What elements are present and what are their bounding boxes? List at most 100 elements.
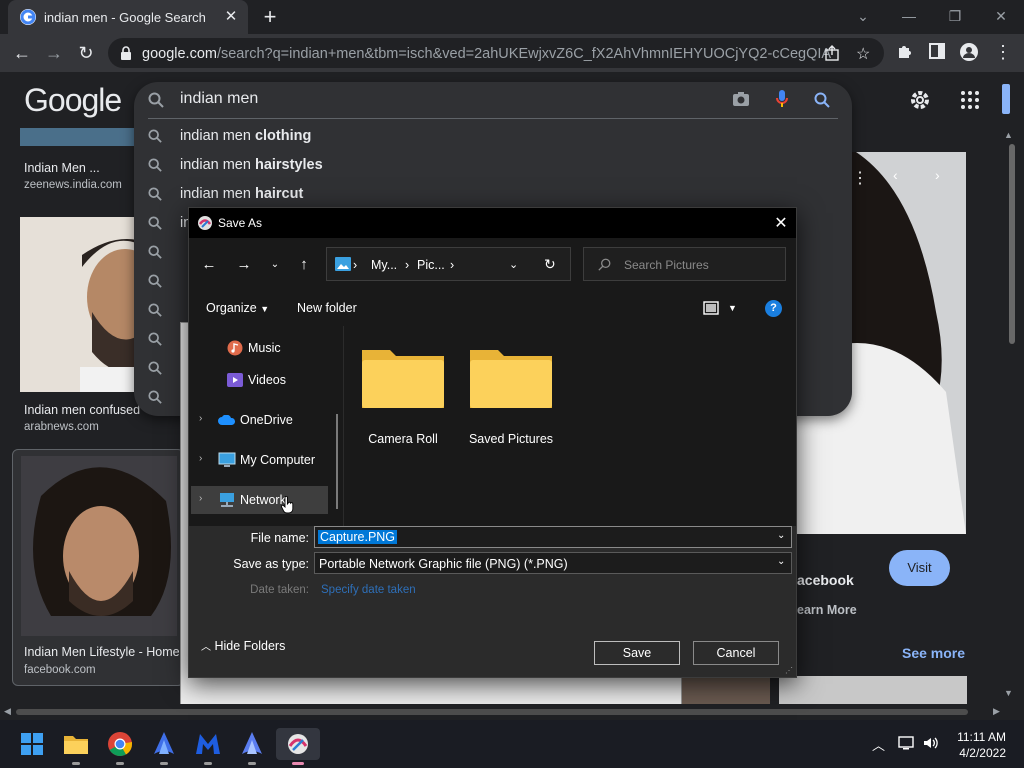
profile-icon[interactable]: [959, 42, 981, 64]
help-icon[interactable]: ?: [765, 300, 782, 317]
chrome-icon[interactable]: [104, 728, 136, 765]
save-type-select[interactable]: Portable Network Graphic file (PNG) (*.P…: [314, 552, 792, 574]
save-button[interactable]: Save: [594, 641, 680, 665]
organize-menu-button[interactable]: Organize ▼: [206, 301, 269, 315]
folder-saved-pictures[interactable]: Saved Pictures: [461, 342, 561, 452]
suggestion-item[interactable]: indian men haircut: [134, 180, 852, 209]
folder-camera-roll[interactable]: Camera Roll: [353, 342, 453, 452]
start-windows-icon[interactable]: [16, 728, 48, 760]
learn-more-link[interactable]: earn More: [797, 603, 857, 617]
malwarebytes-icon[interactable]: [192, 728, 224, 765]
dialog-address-bar[interactable]: › My... › Pic... › ⌄ ↻: [326, 247, 571, 281]
nav-item-music[interactable]: Music: [189, 334, 339, 362]
scroll-right-icon[interactable]: ▶: [993, 706, 1000, 717]
system-clock[interactable]: 11:11 AM 4/2/2022: [950, 729, 1006, 761]
account-avatar-edge[interactable]: [1002, 84, 1010, 114]
dialog-close-icon[interactable]: ✕: [771, 213, 791, 233]
scroll-up-icon[interactable]: ▲: [1004, 130, 1013, 140]
view-dropdown-icon[interactable]: ▼: [728, 303, 737, 313]
result-domain-3[interactable]: facebook.com: [24, 664, 96, 676]
preview-next-icon[interactable]: ›: [935, 167, 940, 183]
preview-more-icon[interactable]: ⋮: [852, 168, 868, 188]
hide-folders-button[interactable]: ︿ Hide Folders: [201, 638, 285, 653]
recent-locations-chevron-icon[interactable]: ⌄: [265, 256, 285, 274]
search-input[interactable]: indian men: [180, 90, 258, 108]
nav-item-videos[interactable]: Videos: [189, 366, 339, 394]
nav-item-onedrive[interactable]: › OneDrive: [189, 406, 339, 434]
dialog-back-icon[interactable]: ←: [199, 256, 219, 274]
up-folder-icon[interactable]: ↑: [294, 256, 314, 274]
result-image-3[interactable]: [21, 456, 177, 636]
breadcrumb-pictures[interactable]: Pic...: [417, 258, 445, 272]
page-horizontal-scrollbar[interactable]: ◀ ▶: [0, 704, 1008, 720]
dialog-titlebar[interactable]: Save As ✕: [189, 208, 796, 238]
minimize-button[interactable]: —: [894, 6, 924, 26]
address-dropdown-icon[interactable]: ⌄: [509, 258, 518, 271]
scrollbar-thumb[interactable]: [1009, 144, 1015, 344]
see-more-link[interactable]: See more: [902, 645, 965, 661]
nav-item-network[interactable]: › Network: [189, 486, 339, 514]
extensions-icon[interactable]: [896, 42, 918, 64]
volume-speaker-icon[interactable]: [922, 735, 940, 751]
google-logo[interactable]: Google: [24, 82, 122, 119]
microphone-icon[interactable]: [775, 89, 789, 109]
tab-close-icon[interactable]: ✕: [222, 8, 240, 26]
suggestion-item[interactable]: indian men hairstyles: [134, 151, 852, 180]
expand-chevron-icon[interactable]: ›: [199, 453, 202, 464]
display-monitor-icon[interactable]: [898, 735, 916, 751]
restore-button[interactable]: ❐: [940, 6, 970, 26]
result-image-strip-2[interactable]: [779, 676, 967, 704]
share-icon[interactable]: [824, 45, 840, 61]
lock-icon[interactable]: [120, 46, 132, 60]
scroll-down-icon[interactable]: ▼: [1004, 688, 1013, 698]
tab-search-icon[interactable]: ⌄: [848, 6, 878, 26]
expand-chevron-icon[interactable]: ›: [199, 413, 202, 424]
expand-chevron-icon[interactable]: ›: [199, 493, 202, 504]
close-window-button[interactable]: ✕: [986, 6, 1016, 26]
preview-prev-icon[interactable]: ‹: [893, 167, 898, 183]
result-caption-2[interactable]: Indian men confused: [24, 403, 140, 417]
apps-grid-icon[interactable]: [960, 90, 980, 110]
result-card-3[interactable]: Indian Men Lifestyle - Home facebook.com: [12, 449, 184, 686]
resize-grip-icon[interactable]: ⋰: [785, 666, 793, 675]
file-name-dropdown-icon[interactable]: ⌄: [777, 530, 785, 541]
nav-item-my-computer[interactable]: › My Computer: [189, 446, 339, 474]
show-hidden-icons-chevron[interactable]: ︿: [872, 735, 885, 754]
forward-button[interactable]: →: [42, 41, 66, 65]
result-image-strip-1[interactable]: [682, 676, 770, 704]
scroll-left-icon[interactable]: ◀: [4, 706, 11, 717]
file-explorer-icon[interactable]: [60, 728, 92, 765]
side-panel-icon[interactable]: [928, 42, 950, 64]
app-blue-flame-icon[interactable]: [148, 728, 180, 765]
menu-kebab-icon[interactable]: ⋮: [994, 42, 1016, 64]
bookmark-star-icon[interactable]: ☆: [856, 44, 870, 64]
nav-pane-scrollbar[interactable]: [336, 414, 338, 509]
view-options-icon[interactable]: [703, 301, 719, 315]
result-domain-2[interactable]: arabnews.com: [24, 421, 99, 433]
dialog-search-box[interactable]: Search Pictures: [583, 247, 786, 281]
dialog-forward-icon[interactable]: →: [234, 256, 254, 274]
address-bar[interactable]: google.com/search?q=indian+men&tbm=isch&…: [108, 38, 884, 68]
settings-gear-icon[interactable]: [908, 88, 932, 112]
app-blue-flame-2-icon[interactable]: [236, 728, 268, 765]
result-caption-1[interactable]: Indian Men ...: [24, 161, 100, 175]
save-type-dropdown-icon[interactable]: ⌄: [777, 556, 785, 567]
back-button[interactable]: ←: [10, 41, 34, 65]
horizontal-scrollbar-thumb[interactable]: [16, 709, 968, 715]
specify-date-link[interactable]: Specify date taken: [321, 584, 416, 596]
visit-button[interactable]: Visit: [889, 550, 950, 586]
new-folder-button[interactable]: New folder: [297, 301, 357, 315]
new-tab-button[interactable]: +: [258, 6, 282, 30]
camera-search-icon[interactable]: [732, 91, 750, 107]
snipping-tool-icon[interactable]: [276, 728, 320, 765]
page-vertical-scrollbar[interactable]: ▲ ▼: [992, 128, 1024, 704]
search-submit-icon[interactable]: [814, 92, 830, 108]
browser-tab[interactable]: indian men - Google Search ✕: [8, 0, 248, 34]
result-caption-3[interactable]: Indian Men Lifestyle - Home: [24, 645, 180, 659]
refresh-icon[interactable]: ↻: [544, 256, 556, 273]
suggestion-item[interactable]: indian men clothing: [134, 122, 852, 151]
reload-button[interactable]: ↻: [74, 41, 98, 65]
breadcrumb-my[interactable]: My...: [371, 258, 397, 272]
file-name-input[interactable]: Capture.PNG ⌄: [314, 526, 792, 548]
cancel-button[interactable]: Cancel: [693, 641, 779, 665]
